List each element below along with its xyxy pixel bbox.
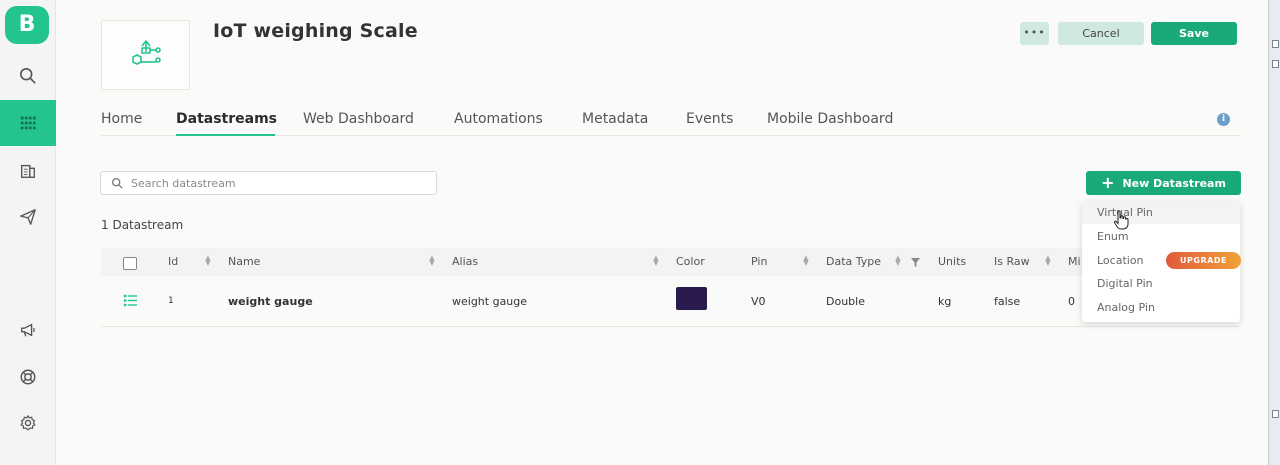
- sidebar-announcements-button[interactable]: [0, 307, 56, 353]
- sidebar-search-button[interactable]: [0, 53, 56, 99]
- sort-icon[interactable]: ▲ ▼: [428, 255, 436, 267]
- hand-cursor-icon: [1113, 210, 1129, 230]
- info-icon[interactable]: i: [1217, 113, 1230, 126]
- cell-min: 0: [1068, 295, 1075, 308]
- blynk-logo[interactable]: B: [5, 6, 49, 44]
- search-input[interactable]: [131, 174, 431, 192]
- sort-icon[interactable]: ▲ ▼: [802, 255, 810, 267]
- column-header-color: Color: [676, 255, 705, 268]
- menu-item-digital-pin[interactable]: Digital Pin: [1097, 277, 1153, 290]
- tab-web-dashboard[interactable]: Web Dashboard: [303, 111, 414, 127]
- plus-icon: +: [1101, 173, 1115, 192]
- cell-is-raw: false: [994, 295, 1021, 308]
- search-box: [100, 171, 437, 195]
- upgrade-badge[interactable]: UPGRADE: [1166, 252, 1241, 269]
- sort-icon[interactable]: ▲ ▼: [204, 255, 212, 267]
- cancel-button[interactable]: Cancel: [1058, 22, 1144, 45]
- sidebar-send-button[interactable]: [0, 194, 56, 240]
- tab-home[interactable]: Home: [101, 111, 142, 127]
- window-scrollbar[interactable]: [1268, 0, 1280, 465]
- sort-icon[interactable]: ▲ ▼: [652, 255, 660, 267]
- menu-item-label: Location: [1097, 254, 1144, 267]
- sidebar: B: [0, 0, 56, 465]
- tab-events[interactable]: Events: [686, 111, 733, 127]
- new-datastream-label: New Datastream: [1122, 176, 1226, 190]
- sort-icon[interactable]: ▲ ▼: [1044, 255, 1052, 267]
- sidebar-developer-zone-button[interactable]: [0, 100, 56, 146]
- column-header-data-type[interactable]: Data Type: [826, 255, 881, 268]
- cell-alias: weight gauge: [452, 295, 528, 308]
- active-tab-indicator: [176, 134, 275, 136]
- column-header-units: Units: [938, 255, 967, 268]
- cell-name: weight gauge: [228, 295, 313, 308]
- page-title: IoT weighing Scale: [213, 20, 418, 42]
- scroll-marker: [1272, 60, 1279, 68]
- building-icon: [21, 164, 35, 178]
- tab-metadata[interactable]: Metadata: [582, 111, 648, 127]
- column-header-id[interactable]: Id: [168, 255, 178, 268]
- menu-item-enum[interactable]: Enum: [1097, 230, 1129, 243]
- megaphone-icon: [21, 323, 35, 337]
- sidebar-help-button[interactable]: [0, 354, 56, 400]
- filter-icon[interactable]: [911, 258, 920, 267]
- sidebar-organization-button[interactable]: [0, 148, 56, 194]
- search-icon: [19, 67, 36, 84]
- scroll-marker: [1272, 410, 1279, 418]
- search-icon: [111, 177, 123, 189]
- menu-item-virtual-pin[interactable]: Virtual Pin: [1082, 202, 1240, 224]
- sidebar-settings-button[interactable]: [0, 400, 56, 446]
- column-header-pin[interactable]: Pin: [751, 255, 767, 268]
- scroll-marker: [1272, 40, 1279, 48]
- cell-data-type: Double: [826, 295, 865, 308]
- column-header-alias[interactable]: Alias: [452, 255, 478, 268]
- tab-datastreams[interactable]: Datastreams: [176, 111, 277, 127]
- more-options-button[interactable]: •••: [1020, 22, 1049, 45]
- new-datastream-button[interactable]: + New Datastream: [1086, 171, 1241, 195]
- tab-bar: Home Datastreams Web Dashboard Automatio…: [101, 108, 1240, 136]
- cell-units: kg: [938, 295, 952, 308]
- save-button[interactable]: Save: [1151, 22, 1237, 45]
- gear-icon: [20, 415, 36, 431]
- new-datastream-menu: Virtual Pin Enum Location UPGRADE Digita…: [1082, 202, 1241, 322]
- cell-id: 1: [168, 296, 174, 306]
- product-image[interactable]: [101, 20, 190, 90]
- datastream-icon: [123, 294, 137, 307]
- grid-icon: [20, 116, 36, 130]
- select-all-checkbox[interactable]: [123, 257, 137, 270]
- tab-mobile-dashboard[interactable]: Mobile Dashboard: [767, 111, 893, 127]
- send-icon: [20, 209, 36, 225]
- column-header-name[interactable]: Name: [228, 255, 260, 268]
- column-header-is-raw[interactable]: Is Raw: [994, 255, 1030, 268]
- cell-pin: V0: [751, 295, 766, 308]
- tab-automations[interactable]: Automations: [454, 111, 543, 127]
- sort-icon[interactable]: ▲ ▼: [894, 255, 902, 267]
- column-header-min: Mi: [1068, 255, 1081, 268]
- color-swatch: [676, 287, 707, 310]
- menu-item-analog-pin[interactable]: Analog Pin: [1097, 301, 1155, 314]
- product-template-icon: [131, 40, 161, 65]
- menu-item-location[interactable]: Location UPGRADE: [1097, 252, 1241, 270]
- table-header: Id ▲ ▼ Name ▲ ▼ Alias ▲ ▼ Color Pin ▲ ▼ Data…: [101, 248, 1240, 276]
- datastream-count: 1 Datastream: [101, 218, 184, 232]
- lifebuoy-icon: [20, 369, 36, 385]
- table-row[interactable]: 1 weight gauge weight gauge V0 Double kg…: [101, 278, 1240, 327]
